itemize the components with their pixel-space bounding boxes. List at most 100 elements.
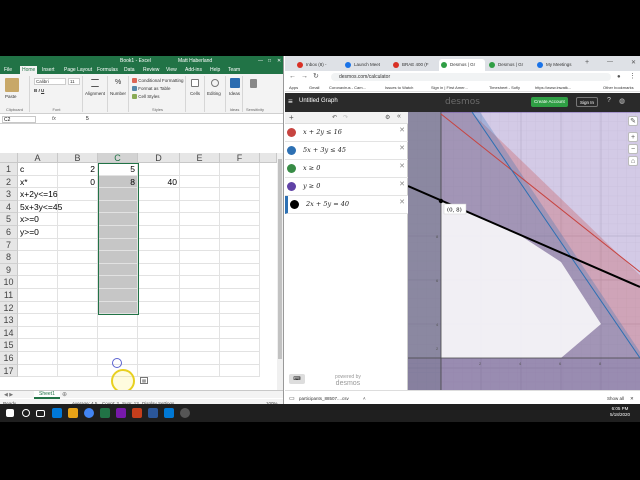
hamburger-menu-icon[interactable]: ≡ bbox=[288, 97, 293, 106]
cell-e3[interactable] bbox=[180, 188, 220, 201]
cell-b16[interactable] bbox=[58, 352, 98, 365]
browser-tab-inbox[interactable]: Inbox (8) - bbox=[295, 59, 341, 71]
cell-f16[interactable] bbox=[220, 352, 260, 365]
cell-e14[interactable] bbox=[180, 326, 220, 340]
cell-e9[interactable] bbox=[180, 263, 220, 277]
ribbon-tab-home[interactable]: Home bbox=[20, 66, 38, 74]
row-header-6[interactable]: 6 bbox=[0, 226, 18, 239]
windows-start-icon[interactable] bbox=[6, 409, 14, 417]
sensitivity-icon[interactable] bbox=[250, 79, 257, 88]
cell-c7[interactable] bbox=[98, 238, 138, 252]
row-header-3[interactable]: 3 bbox=[0, 188, 18, 201]
cell-d16[interactable] bbox=[138, 352, 180, 365]
cell-b1[interactable]: 2 bbox=[58, 163, 98, 176]
new-tab-icon[interactable]: + bbox=[585, 59, 589, 66]
add-sheet-icon[interactable]: ⊕ bbox=[62, 391, 67, 398]
ribbon-tab-team[interactable]: Team bbox=[228, 67, 240, 73]
zoom-in-icon[interactable]: + bbox=[628, 132, 638, 142]
word-icon[interactable] bbox=[148, 408, 158, 418]
percent-icon[interactable]: % bbox=[115, 79, 121, 86]
cell-b10[interactable] bbox=[58, 276, 98, 289]
cell-e11[interactable] bbox=[180, 289, 220, 302]
cell-f14[interactable] bbox=[220, 326, 260, 340]
row-header-4[interactable]: 4 bbox=[0, 200, 18, 214]
font-name-select[interactable]: Calibri bbox=[34, 78, 66, 85]
help-icon[interactable]: ? bbox=[607, 97, 611, 104]
expression-row[interactable]: x + 2y ≤ 16 ✕ bbox=[285, 124, 408, 142]
language-icon[interactable]: ◍ bbox=[619, 97, 625, 105]
row-header-1[interactable]: 1 bbox=[0, 163, 18, 176]
expression-input[interactable]: y ≥ 0 bbox=[303, 182, 320, 190]
expression-row[interactable]: y ≥ 0 ✕ bbox=[285, 178, 408, 196]
color-toggle-icon[interactable] bbox=[287, 164, 296, 173]
forward-icon[interactable]: → bbox=[301, 73, 308, 81]
cell-d17[interactable] bbox=[138, 364, 180, 378]
cell-e10[interactable] bbox=[180, 276, 220, 289]
alignment-icon[interactable] bbox=[91, 79, 99, 87]
cell-f9[interactable] bbox=[220, 263, 260, 277]
browser-tab-brae[interactable]: BRAE 400 (F bbox=[391, 59, 437, 71]
row-header-16[interactable]: 16 bbox=[0, 352, 18, 365]
column-header-d[interactable]: D bbox=[138, 153, 180, 163]
cell-b12[interactable] bbox=[58, 301, 98, 315]
row-header-5[interactable]: 5 bbox=[0, 213, 18, 226]
row-header-15[interactable]: 15 bbox=[0, 339, 18, 352]
cell-e16[interactable] bbox=[180, 352, 220, 365]
ribbon-tab-add-ins[interactable]: Add-ins bbox=[185, 67, 202, 73]
cell-d4[interactable] bbox=[138, 200, 180, 214]
row-header-9[interactable]: 9 bbox=[0, 263, 18, 277]
cell-d10[interactable] bbox=[138, 276, 180, 289]
back-icon[interactable]: ← bbox=[289, 73, 296, 81]
cortana-icon[interactable] bbox=[22, 409, 30, 417]
bookmark-gmail[interactable]: Gmail bbox=[309, 85, 319, 90]
row-header-14[interactable]: 14 bbox=[0, 326, 18, 340]
cell-a6[interactable]: y>=0 bbox=[18, 226, 58, 239]
name-box[interactable]: C2 bbox=[2, 116, 36, 123]
cell-f15[interactable] bbox=[220, 339, 260, 352]
close-icon[interactable]: ✕ bbox=[630, 396, 634, 402]
cell-f3[interactable] bbox=[220, 188, 260, 201]
app-icon[interactable] bbox=[180, 408, 190, 418]
show-all-button[interactable]: Show all bbox=[607, 396, 624, 401]
cell-e13[interactable] bbox=[180, 314, 220, 327]
onenote-icon[interactable] bbox=[116, 408, 126, 418]
cell-b3[interactable] bbox=[58, 188, 98, 201]
cell-a16[interactable] bbox=[18, 352, 58, 365]
collapse-list-icon[interactable]: « bbox=[397, 113, 401, 120]
cell-b2[interactable]: 0 bbox=[58, 175, 98, 189]
column-header-a[interactable]: A bbox=[18, 153, 58, 163]
expression-input[interactable]: 2x + 5y = 40 bbox=[306, 200, 349, 208]
zoom-out-icon[interactable]: − bbox=[628, 144, 638, 154]
cell-b13[interactable] bbox=[58, 314, 98, 327]
color-toggle-icon[interactable] bbox=[287, 128, 296, 137]
cell-a15[interactable] bbox=[18, 339, 58, 352]
ribbon-tab-insert[interactable]: Insert bbox=[42, 67, 55, 73]
cell-e2[interactable] bbox=[180, 175, 220, 189]
cell-c14[interactable] bbox=[98, 326, 138, 340]
delete-expression-icon[interactable]: ✕ bbox=[399, 180, 405, 188]
cell-b8[interactable] bbox=[58, 251, 98, 264]
cell-a10[interactable] bbox=[18, 276, 58, 289]
chrome-icon[interactable] bbox=[84, 408, 94, 418]
cell-a8[interactable] bbox=[18, 251, 58, 264]
ribbon-tab-help[interactable]: Help bbox=[210, 67, 220, 73]
color-toggle-icon[interactable] bbox=[287, 146, 296, 155]
reload-icon[interactable]: ↻ bbox=[313, 73, 319, 81]
bookmark-other[interactable]: Other bookmarks bbox=[603, 85, 634, 90]
cell-f12[interactable] bbox=[220, 301, 260, 315]
color-toggle-icon[interactable] bbox=[290, 200, 299, 209]
cell-e12[interactable] bbox=[180, 301, 220, 315]
search-icon[interactable] bbox=[211, 79, 219, 87]
row-header-2[interactable]: 2 bbox=[0, 175, 18, 189]
font-size-select[interactable]: 11 bbox=[68, 78, 80, 85]
cell-d7[interactable] bbox=[138, 238, 180, 252]
quick-analysis-icon[interactable]: ▤ bbox=[140, 377, 148, 384]
conditional-formatting-button[interactable]: Conditional Formatting bbox=[132, 78, 184, 84]
maximize-icon[interactable]: □ bbox=[268, 58, 271, 64]
download-file[interactable]: participants_88507....csv bbox=[299, 396, 349, 401]
graph-paper[interactable]: (0, 8) 2 4 6 8 8 6 4 2 ✎ + − ⌂ bbox=[408, 112, 640, 390]
cell-d15[interactable] bbox=[138, 339, 180, 352]
home-icon[interactable]: ⌂ bbox=[628, 156, 638, 166]
cell-e4[interactable] bbox=[180, 200, 220, 214]
add-item-icon[interactable]: + bbox=[289, 113, 294, 122]
